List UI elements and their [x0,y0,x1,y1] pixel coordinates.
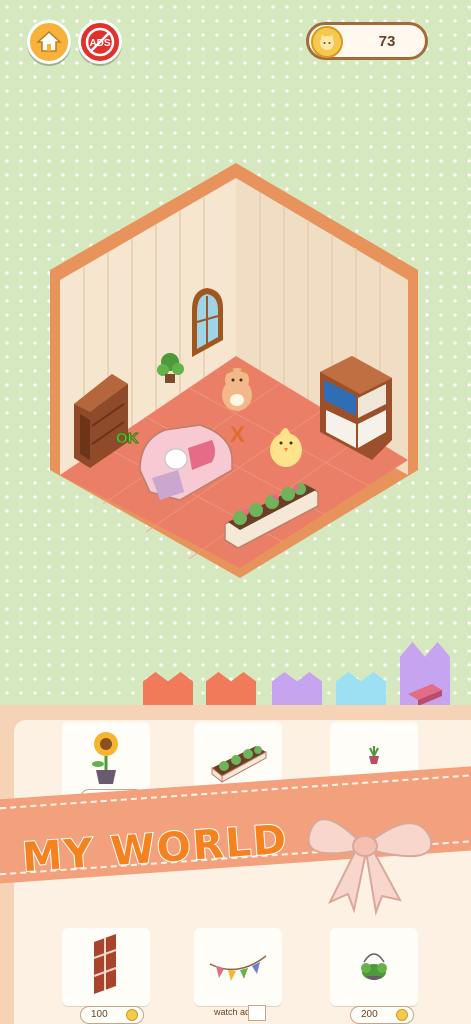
bow-icon [307,818,433,916]
room-scene [50,163,418,578]
price-tag: 100 [80,1006,144,1024]
no-ads-label: ADS [89,38,110,49]
bunting-icon [209,955,267,981]
coin-icon [126,1009,138,1021]
shop-item-bunting[interactable] [194,928,282,1006]
cancel-placement-button[interactable]: X [230,422,245,448]
no-ads-button[interactable]: ADS [78,20,122,64]
confirm-placement-button[interactable]: OK [116,430,139,448]
home-button[interactable] [27,20,71,64]
watch-ad-label[interactable]: watch ad [214,1008,250,1017]
window-frame-icon [93,934,117,994]
cat-coin-icon [311,26,343,58]
hanging-plant-icon [361,953,387,980]
coin-counter: 73 [306,22,428,60]
shop-item-window-frame[interactable] [62,928,150,1006]
no-ads-icon: ADS [85,27,115,57]
price-tag: 200 [350,1006,414,1024]
coin-count: 73 [378,33,396,50]
home-icon [36,30,62,52]
ad-video-icon [248,1005,266,1021]
coin-icon [396,1009,408,1021]
shop-item-hanging-plant[interactable] [330,928,418,1006]
